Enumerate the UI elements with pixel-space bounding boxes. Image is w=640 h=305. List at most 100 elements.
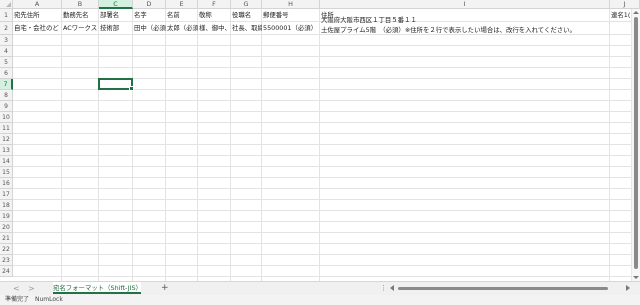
row-gridline (13, 166, 631, 167)
cell-e1[interactable]: 名前 (166, 11, 198, 20)
column-header-b[interactable]: B (62, 0, 99, 9)
column-gridline (261, 9, 262, 281)
add-sheet-icon[interactable]: + (161, 282, 169, 294)
cell-f1[interactable]: 敬称 (198, 11, 231, 20)
column-header-c[interactable]: C (99, 0, 133, 9)
select-all-corner[interactable] (0, 0, 13, 9)
status-ready: 準備完了 (5, 296, 30, 303)
cell-g2[interactable]: 社長、取締 (231, 24, 262, 33)
cell-c2[interactable]: 技術部 (99, 24, 133, 33)
cell-c1[interactable]: 部署名 (99, 11, 133, 20)
cell-h1[interactable]: 郵便番号 (262, 11, 320, 20)
cell-i2-address-line1[interactable]: 大阪府大阪市西区１丁目５番１１ (320, 16, 610, 25)
cell-a2[interactable]: 自宅・会社のど (13, 24, 62, 33)
prev-sheet-icon[interactable]: < (13, 283, 20, 294)
cell-d1[interactable]: 名字 (133, 11, 166, 20)
column-header-a[interactable]: A (13, 0, 62, 9)
row-gridline (13, 155, 631, 156)
column-header-d[interactable]: D (133, 0, 166, 9)
row-header-1[interactable]: 1 (0, 9, 13, 22)
row-header-12[interactable]: 12 (0, 134, 13, 145)
vertical-scroll-thumb[interactable] (634, 17, 638, 269)
row-gridline (13, 177, 631, 178)
row-header-8[interactable]: 8 (0, 90, 13, 101)
row-header-5[interactable]: 5 (0, 57, 13, 68)
row-header-7[interactable]: 7 (0, 79, 13, 90)
column-header-h[interactable]: H (262, 0, 320, 9)
row-gridline (13, 133, 631, 134)
cell-b2[interactable]: ACワークス (62, 24, 99, 33)
column-gridline (197, 9, 198, 281)
row-header-6[interactable]: 6 (0, 68, 13, 79)
column-header-g[interactable]: G (231, 0, 262, 9)
cell-g1[interactable]: 役職名 (231, 11, 262, 20)
tab-split-handle-icon[interactable]: ⋮ (380, 282, 387, 294)
row-gridline (13, 265, 631, 266)
row-header-24[interactable]: 24 (0, 266, 13, 277)
column-header-j[interactable]: J (610, 0, 640, 9)
scroll-down-arrow-icon[interactable] (633, 276, 639, 279)
column-gridline (230, 9, 231, 281)
column-gridline (319, 9, 320, 281)
row-gridline (13, 45, 631, 46)
row-header-2[interactable]: 2 (0, 22, 13, 35)
row-header-23[interactable]: 23 (0, 255, 13, 266)
row-header-11[interactable]: 11 (0, 123, 13, 134)
row-gridline (13, 67, 631, 68)
column-header-f[interactable]: F (198, 0, 231, 9)
status-numlock: NumLock (35, 296, 63, 303)
row-gridline (13, 56, 631, 57)
row-header-17[interactable]: 17 (0, 189, 13, 200)
cell-d2[interactable]: 田中（必須 (133, 24, 166, 33)
row-header-22[interactable]: 22 (0, 244, 13, 255)
column-header-e[interactable]: E (166, 0, 198, 9)
cell-i2-address-line2[interactable]: 土佐屋プライム5階 （必須）※住所を２行で表示したい場合は、改行を入れてください… (320, 26, 610, 35)
cell-f2[interactable]: 様、御中、 (198, 24, 231, 33)
cell-e2[interactable]: 太郎（必須 (166, 24, 198, 33)
sheet-tab-bar: < > 宛名フォーマット（Shift-JIS） + ⋮ (0, 281, 640, 295)
column-gridline (609, 9, 610, 281)
scroll-right-arrow-icon[interactable] (626, 285, 630, 291)
row-gridline (13, 144, 631, 145)
row-header-20[interactable]: 20 (0, 222, 13, 233)
column-header-i[interactable]: I (320, 0, 610, 9)
row-header-10[interactable]: 10 (0, 112, 13, 123)
row-gridline (13, 188, 631, 189)
cell-b1[interactable]: 勤務先名 (62, 11, 99, 20)
row-gridline (13, 210, 631, 211)
horizontal-scrollbar[interactable] (388, 285, 632, 292)
row-gridline (13, 122, 631, 123)
cell-a1[interactable]: 宛先住所 (13, 11, 62, 20)
row-header-21[interactable]: 21 (0, 233, 13, 244)
row-gridline (13, 111, 631, 112)
row-header-4[interactable]: 4 (0, 46, 13, 57)
row-header-9[interactable]: 9 (0, 101, 13, 112)
row-gridline (13, 199, 631, 200)
row-gridline (13, 254, 631, 255)
row-header-18[interactable]: 18 (0, 200, 13, 211)
column-gridline (165, 9, 166, 281)
sheet-tab-active[interactable]: 宛名フォーマット（Shift-JIS） (53, 282, 142, 294)
row-gridline (13, 100, 631, 101)
selected-cell-c7[interactable] (98, 78, 134, 91)
row-gridline (13, 243, 631, 244)
row-header-3[interactable]: 3 (0, 35, 13, 46)
vertical-scrollbar[interactable] (631, 9, 640, 281)
row-header-13[interactable]: 13 (0, 145, 13, 156)
horizontal-scroll-thumb[interactable] (398, 287, 608, 290)
scroll-up-arrow-icon[interactable] (633, 11, 639, 14)
next-sheet-icon[interactable]: > (28, 283, 35, 294)
column-gridline (61, 9, 62, 281)
column-gridline (98, 9, 99, 281)
row-header-16[interactable]: 16 (0, 178, 13, 189)
row-header-19[interactable]: 19 (0, 211, 13, 222)
row-gridline (13, 232, 631, 233)
row-header-14[interactable]: 14 (0, 156, 13, 167)
column-gridline (132, 9, 133, 281)
row-header-15[interactable]: 15 (0, 167, 13, 178)
row-gridline (13, 221, 631, 222)
cell-h2[interactable]: 5500001（必須） (262, 24, 320, 33)
spreadsheet-grid[interactable]: ABCDEFGHIJ 1 2 3 4 5 6 7 8 9 10 11 12 13 14 15 16 17 18 19… (0, 0, 640, 281)
status-bar: 準備完了 NumLock (0, 295, 640, 305)
scroll-left-arrow-icon[interactable] (390, 285, 394, 291)
